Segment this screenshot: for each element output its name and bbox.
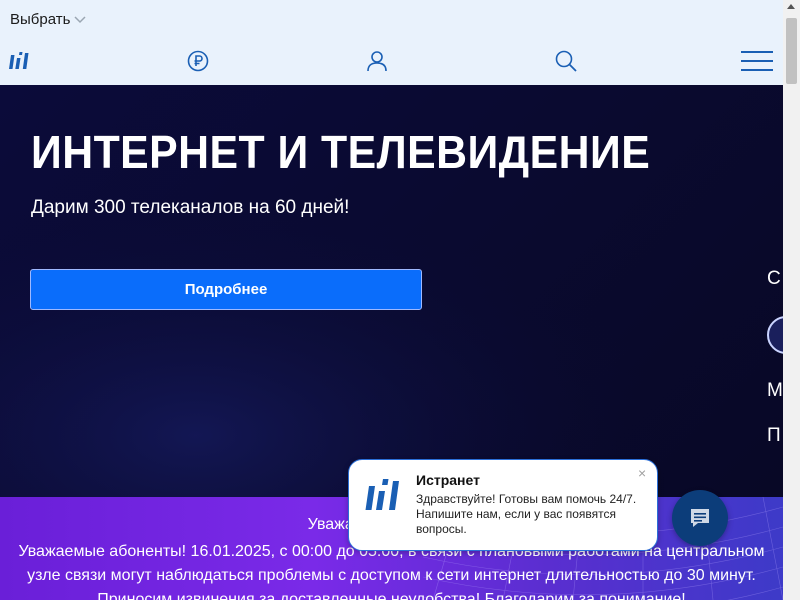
- chat-logo-icon: [363, 476, 405, 519]
- ruble-icon[interactable]: [187, 47, 209, 75]
- chevron-down-icon: [74, 15, 86, 23]
- side-slide-text-p: П: [767, 425, 781, 446]
- chat-close-button[interactable]: ×: [638, 465, 646, 481]
- chat-icon: [691, 509, 709, 527]
- chat-popup[interactable]: Истранет Здравствуйте! Готовы вам помочь…: [348, 459, 658, 551]
- search-icon[interactable]: [554, 47, 578, 75]
- details-button[interactable]: Подробнее: [30, 269, 422, 310]
- hero-subtitle: Дарим 300 телеканалов на 60 дней!: [31, 197, 350, 218]
- chat-open-button[interactable]: [672, 490, 728, 546]
- chat-agent-name: Истранет: [416, 472, 480, 488]
- page: Выбрать ИНТЕРНЕТ И ТЕЛЕВИДЕНИЕ Дарим 300…: [0, 0, 783, 600]
- logo-icon[interactable]: [8, 47, 32, 75]
- hero-banner: ИНТЕРНЕТ И ТЕЛЕВИДЕНИЕ Дарим 300 телекан…: [0, 85, 783, 497]
- chat-message: Здравствуйте! Готовы вам помочь 24/7. На…: [416, 492, 637, 536]
- user-icon[interactable]: [365, 47, 389, 75]
- header: Выбрать: [0, 0, 783, 85]
- scroll-up-arrow-icon[interactable]: [787, 4, 795, 9]
- hero-title: ИНТЕРНЕТ И ТЕЛЕВИДЕНИЕ: [31, 126, 651, 178]
- scrollbar-thumb[interactable]: [786, 18, 797, 84]
- side-slide-text-m: М: [767, 380, 783, 401]
- menu-icon[interactable]: [741, 47, 773, 75]
- scrollbar[interactable]: [783, 0, 800, 600]
- language-label: Выбрать: [10, 11, 71, 28]
- side-slide-text-c: С: [767, 268, 781, 289]
- language-selector[interactable]: Выбрать: [10, 11, 86, 28]
